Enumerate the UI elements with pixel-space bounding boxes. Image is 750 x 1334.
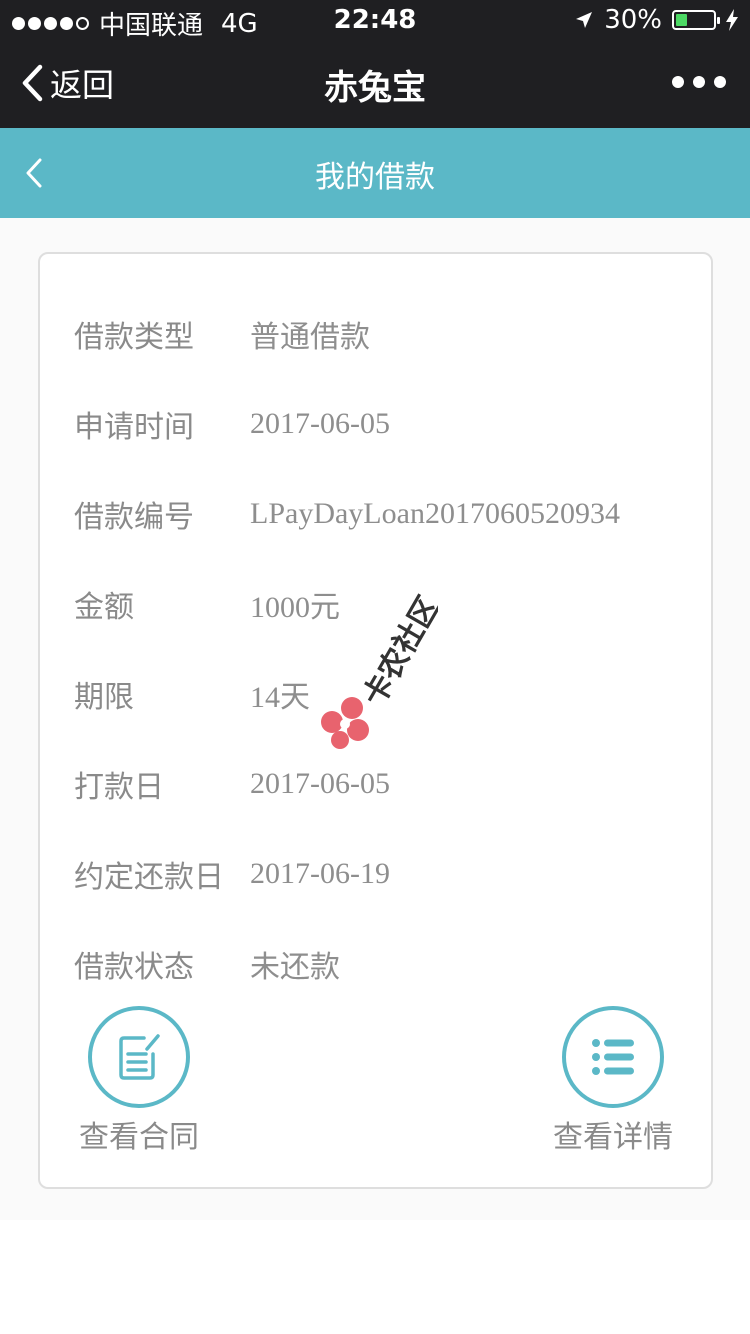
page-title: 我的借款 xyxy=(315,160,435,195)
info-row: 借款类型 普通借款 xyxy=(74,314,370,355)
contract-icon-circle xyxy=(88,1006,190,1108)
nav-bar: 返回 赤兔宝 xyxy=(0,40,750,128)
info-row: 约定还款日 2017-06-19 xyxy=(74,854,390,895)
battery-percent: 30% xyxy=(604,5,662,35)
info-row: 借款编号 LPayDayLoan2017060520934 xyxy=(74,494,620,535)
watermark-logo: 卡农社区 xyxy=(318,590,447,750)
page-header: 我的借款 xyxy=(0,128,750,218)
details-icon-circle xyxy=(562,1006,664,1108)
watermark-text: 卡农社区 xyxy=(357,591,438,712)
view-contract-button[interactable]: 查看合同 xyxy=(74,1006,204,1156)
info-label: 约定还款日 xyxy=(74,860,224,895)
more-menu-icon[interactable] xyxy=(672,76,726,88)
list-icon xyxy=(592,1039,634,1075)
info-value: LPayDayLoan2017060520934 xyxy=(250,497,620,530)
status-right: 30% xyxy=(574,5,738,35)
info-row: 打款日 2017-06-05 xyxy=(74,764,390,805)
info-row: 金额 1000元 xyxy=(74,584,340,625)
status-bar: 中国联通 4G 22:48 30% xyxy=(0,0,750,41)
info-value: 2017-06-05 xyxy=(250,767,390,800)
info-label: 借款类型 xyxy=(74,320,194,355)
info-label: 借款状态 xyxy=(74,950,194,985)
info-row: 期限 14天 xyxy=(74,674,310,715)
info-row: 借款状态 未还款 xyxy=(74,944,340,985)
info-label: 金额 xyxy=(74,590,134,625)
view-contract-label: 查看合同 xyxy=(79,1120,199,1155)
location-arrow-icon xyxy=(576,12,593,28)
info-label: 借款编号 xyxy=(74,500,194,535)
view-details-label: 查看详情 xyxy=(553,1120,673,1155)
info-label: 打款日 xyxy=(74,770,164,805)
watermark-flower-icon xyxy=(321,697,369,749)
info-value: 2017-06-19 xyxy=(250,857,390,890)
battery-icon xyxy=(672,10,720,30)
info-value: 14天 xyxy=(250,681,310,714)
info-value: 普通借款 xyxy=(250,321,370,354)
info-label: 期限 xyxy=(74,680,134,715)
app-title: 赤兔宝 xyxy=(324,68,426,108)
info-row: 申请时间 2017-06-05 xyxy=(74,404,390,445)
info-value: 2017-06-05 xyxy=(250,407,390,440)
info-value: 未还款 xyxy=(250,951,340,984)
edit-document-icon xyxy=(119,1034,160,1080)
view-details-button[interactable]: 查看详情 xyxy=(548,1006,678,1156)
charging-bolt-icon xyxy=(726,9,738,31)
info-label: 申请时间 xyxy=(74,410,194,445)
